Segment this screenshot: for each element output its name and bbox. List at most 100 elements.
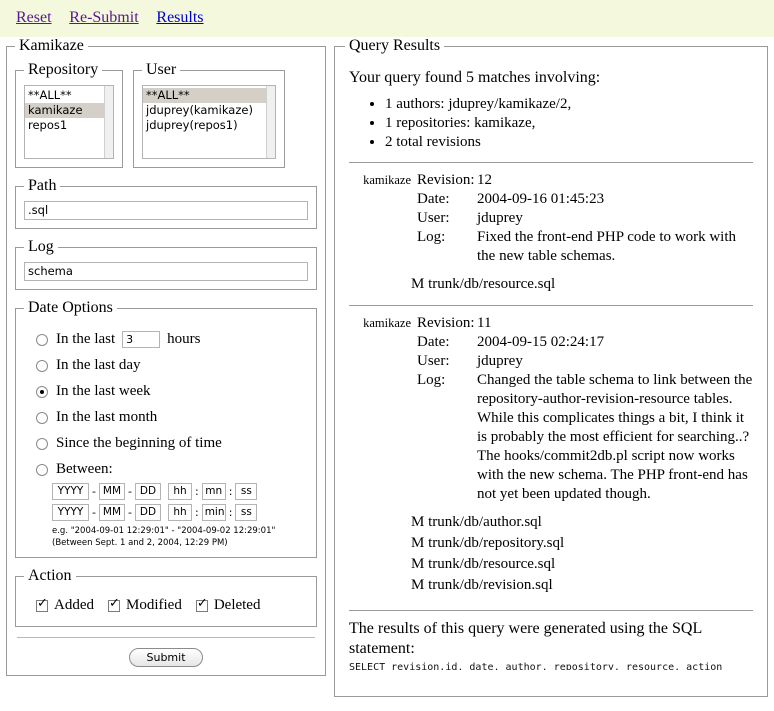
date-example-line-2: (Between Sept. 1 and 2, 2004, 12:29 PM) xyxy=(52,538,228,548)
label-last-hours: In the last xyxy=(56,331,116,347)
checkbox-added[interactable] xyxy=(36,597,48,612)
from-day-input[interactable]: DD xyxy=(134,483,161,500)
to-dash-1: - xyxy=(92,506,96,519)
revision-user-row: User: jduprey xyxy=(417,209,757,228)
results-summary-text: Your query found 5 matches involving: xyxy=(349,69,601,86)
to-year-input[interactable]: YYYY xyxy=(52,504,89,521)
action-fieldset: Action Added Modified Deleted xyxy=(15,567,317,627)
revision-number-row: Revision: 11 xyxy=(417,314,757,333)
revision-number-value: 12 xyxy=(477,172,492,188)
action-checkbox-row: Added Modified Deleted xyxy=(36,597,308,614)
label-last-month: In the last month xyxy=(56,409,158,425)
to-day-input[interactable]: DD xyxy=(134,504,161,521)
from-second-input[interactable]: ss xyxy=(235,483,258,500)
date-option-last-week[interactable]: In the last week xyxy=(36,383,308,400)
revision-log-label: Log: xyxy=(417,372,446,388)
radio-beginning-of-time[interactable] xyxy=(36,437,48,450)
sql-statement-intro: The results of this query were generated… xyxy=(349,620,702,657)
match-item-authors: 1 authors: jduprey/kamikaze/2, xyxy=(385,95,757,114)
match-item-repositories: 1 repositories: kamikaze, xyxy=(385,114,757,133)
hours-input[interactable]: 3 xyxy=(122,331,161,348)
radio-last-week[interactable] xyxy=(36,385,48,398)
revision-number-label: Revision: xyxy=(417,172,475,188)
radio-last-day[interactable] xyxy=(36,359,48,372)
results-divider-bottom xyxy=(349,610,753,611)
from-hour-input[interactable]: hh xyxy=(167,483,192,500)
user-scrollbar[interactable] xyxy=(266,86,275,158)
from-year-input[interactable]: YYYY xyxy=(52,483,89,500)
repository-fieldset: Repository **ALL** kamikaze repos1 xyxy=(15,61,123,168)
repository-scrollbar[interactable] xyxy=(104,86,113,158)
action-legend: Action xyxy=(28,567,72,584)
nav-link-reset[interactable]: Reset xyxy=(16,9,52,26)
from-month-input[interactable]: MM xyxy=(98,483,125,500)
repo-user-row: Repository **ALL** kamikaze repos1 User … xyxy=(15,61,317,168)
date-option-between[interactable]: Between: xyxy=(36,461,308,478)
query-results-column: Query Results Your query found 5 matches… xyxy=(334,37,768,697)
repository-option-all[interactable]: **ALL** xyxy=(25,88,113,103)
user-listbox[interactable]: **ALL** jduprey(kamikaze) jduprey(repos1… xyxy=(142,85,276,159)
file-item: M trunk/db/resource.sql xyxy=(411,276,556,292)
label-deleted: Deleted xyxy=(213,597,261,613)
revision-entry: kamikaze Revision: 12 Date: 2004-09-16 0… xyxy=(345,171,757,266)
revision-number-row: Revision: 12 xyxy=(417,171,757,190)
kamikaze-form-fieldset: Kamikaze Repository **ALL** kamikaze rep… xyxy=(6,37,326,676)
to-colon-1: : xyxy=(194,506,199,519)
from-dash-2: - xyxy=(127,485,132,498)
label-added: Added xyxy=(54,597,94,613)
nav-link-re-submit[interactable]: Re-Submit xyxy=(69,9,138,26)
from-colon-2: : xyxy=(228,485,233,498)
form-divider xyxy=(17,637,315,638)
to-dash-2: - xyxy=(127,506,132,519)
file-item: M trunk/db/resource.sql xyxy=(411,556,556,572)
nav-link-results[interactable]: Results xyxy=(156,9,203,26)
log-input[interactable]: schema xyxy=(24,262,308,281)
revision-log-row: Log: Fixed the front-end PHP code to wor… xyxy=(417,228,757,266)
label-hours-suffix: hours xyxy=(167,331,201,347)
radio-between[interactable] xyxy=(36,463,48,476)
checkbox-added-wrap[interactable]: Added xyxy=(36,597,94,614)
user-option-jduprey-repos1[interactable]: jduprey(repos1) xyxy=(143,118,275,133)
checkbox-deleted[interactable] xyxy=(195,597,208,612)
date-option-last-hours[interactable]: In the last 3 hours xyxy=(36,331,308,348)
user-option-jduprey-kamikaze[interactable]: jduprey(kamikaze) xyxy=(143,103,275,118)
repository-option-repos1[interactable]: repos1 xyxy=(25,118,113,133)
radio-last-hours[interactable] xyxy=(36,333,48,346)
revision-date-row: Date: 2004-09-16 01:45:23 xyxy=(417,190,757,209)
path-legend: Path xyxy=(28,177,57,194)
to-second-input[interactable]: ss xyxy=(235,504,258,521)
revision-repo-label: kamikaze xyxy=(363,316,411,330)
checkbox-modified-wrap[interactable]: Modified xyxy=(108,597,182,614)
revision-user-value: jduprey xyxy=(477,353,523,369)
date-option-beginning-of-time[interactable]: Since the beginning of time xyxy=(36,435,308,452)
label-last-week: In the last week xyxy=(56,383,151,399)
radio-last-month[interactable] xyxy=(36,411,48,424)
kamikaze-legend: Kamikaze xyxy=(19,37,84,54)
to-month-input[interactable]: MM xyxy=(98,504,125,521)
date-option-last-day[interactable]: In the last day xyxy=(36,357,308,374)
user-option-all[interactable]: **ALL** xyxy=(143,88,275,103)
search-form-column: Kamikaze Repository **ALL** kamikaze rep… xyxy=(6,37,326,676)
revision-date-label: Date: xyxy=(417,191,450,207)
checkbox-modified[interactable] xyxy=(108,597,120,612)
date-range-to-row: YYYY - MM - DD hh : min : ss xyxy=(52,504,308,521)
checkbox-deleted-wrap[interactable]: Deleted xyxy=(195,597,261,614)
revision-file-list: M trunk/db/author.sql M trunk/db/reposit… xyxy=(411,512,757,596)
path-input[interactable]: .sql xyxy=(24,201,308,220)
to-minute-input[interactable]: min xyxy=(201,504,226,521)
repository-listbox[interactable]: **ALL** kamikaze repos1 xyxy=(24,85,114,159)
label-beginning-of-time: Since the beginning of time xyxy=(56,435,222,451)
date-option-last-month[interactable]: In the last month xyxy=(36,409,308,426)
submit-button[interactable]: Submit xyxy=(129,648,203,667)
to-hour-input[interactable]: hh xyxy=(167,504,192,521)
page-root: Reset Re-Submit Results Kamikaze Reposit… xyxy=(0,0,774,711)
revision-user-label: User: xyxy=(417,353,450,369)
revision-details: Revision: 11 Date: 2004-09-15 02:24:17 U… xyxy=(417,314,757,504)
from-minute-input[interactable]: mn xyxy=(201,483,226,500)
repository-option-kamikaze[interactable]: kamikaze xyxy=(25,103,113,118)
revision-repo-label: kamikaze xyxy=(363,173,411,187)
date-range-from-row: YYYY - MM - DD hh : mn : ss xyxy=(52,483,308,500)
main-columns: Kamikaze Repository **ALL** kamikaze rep… xyxy=(0,37,774,697)
date-options-fieldset: Date Options In the last 3 hours In the … xyxy=(15,299,317,558)
revision-entry: kamikaze Revision: 11 Date: 2004-09-15 0… xyxy=(345,314,757,504)
